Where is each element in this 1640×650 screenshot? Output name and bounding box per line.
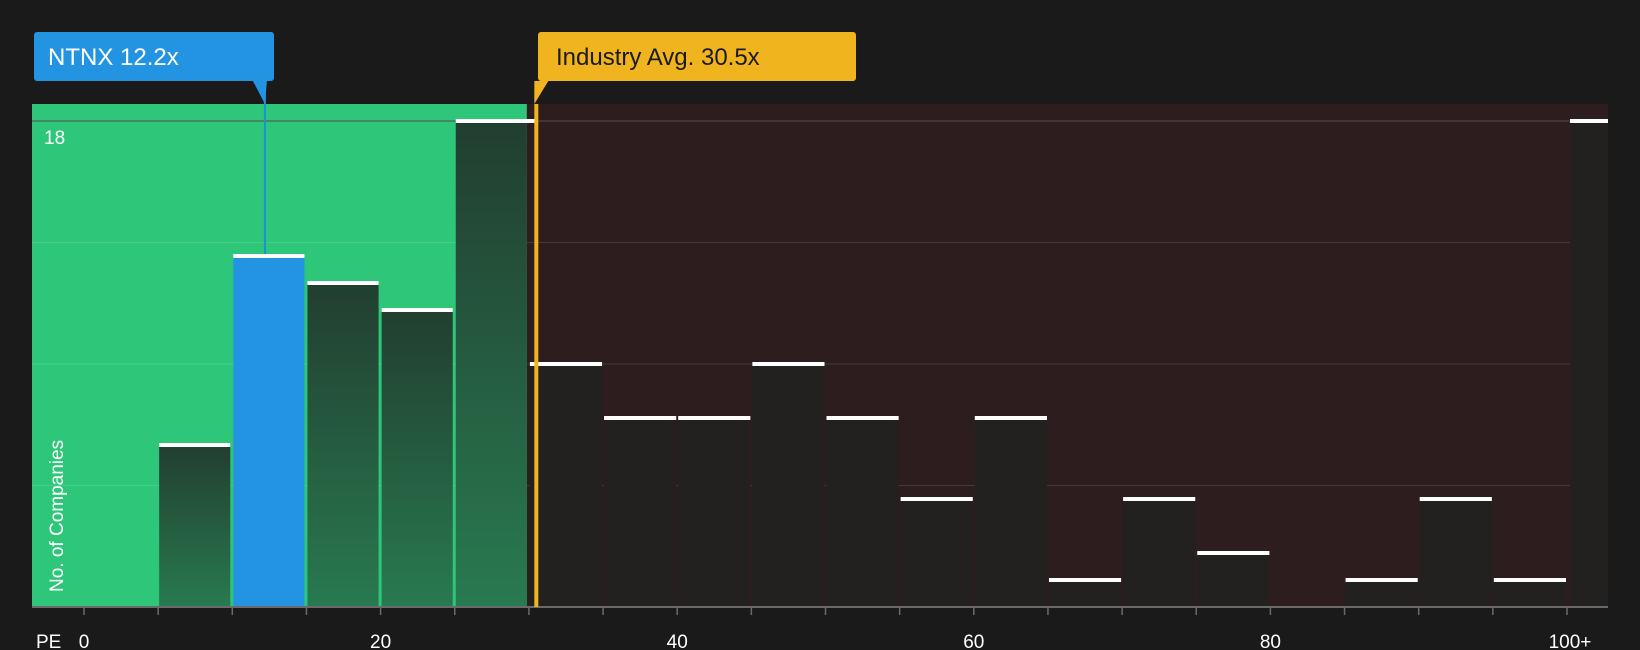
histogram-bar — [159, 445, 231, 607]
y-axis-label: No. of Companies — [47, 440, 68, 592]
histogram-bar — [233, 256, 305, 607]
industry-average-line — [534, 104, 539, 607]
histogram-bar — [307, 283, 379, 607]
histogram-bar — [974, 418, 1047, 607]
histogram-bar — [604, 418, 677, 607]
bar-cap — [752, 362, 825, 366]
y-tick-label: 18 — [44, 128, 65, 149]
bar-cap — [1123, 497, 1196, 501]
histogram-bar — [752, 364, 825, 607]
x-tick-label: 0 — [79, 632, 90, 650]
bar-cap — [307, 281, 379, 285]
bar-cap — [381, 308, 453, 312]
bar-cap — [900, 497, 973, 501]
x-tick-label: 60 — [963, 632, 984, 650]
x-axis-label: PE — [36, 632, 61, 650]
bar-cap — [233, 254, 305, 258]
bar-cap — [455, 119, 537, 123]
histogram-bar — [1345, 580, 1418, 607]
histogram-bar — [1493, 580, 1566, 607]
industry-average-label: Industry Avg. 30.5x — [556, 44, 760, 71]
bar-cap — [1345, 578, 1418, 582]
histogram-bar — [1048, 580, 1122, 607]
bar-cap — [604, 416, 677, 420]
bar-cap — [1419, 497, 1492, 501]
x-tick-label: 100+ — [1549, 632, 1592, 650]
histogram-bar — [900, 499, 973, 607]
histogram-bar — [826, 418, 899, 607]
bar-cap — [1048, 578, 1122, 582]
x-tick-label: 80 — [1260, 632, 1281, 650]
company-label: NTNX 12.2x — [48, 44, 179, 71]
bar-cap — [1493, 578, 1566, 582]
histogram-bar — [381, 310, 453, 607]
bar-cap — [678, 416, 751, 420]
bar-cap — [1570, 119, 1608, 123]
histogram-bar — [678, 418, 751, 607]
bar-cap — [974, 416, 1047, 420]
bar-cap — [159, 443, 231, 447]
histogram-bar — [455, 121, 527, 607]
bar-cap — [529, 362, 603, 366]
x-tick-label: 20 — [370, 632, 391, 650]
histogram-bar — [1419, 499, 1492, 607]
histogram-bar — [1570, 121, 1608, 607]
pe-histogram-chart: 0 20 40 60 80 100+ Industry Avg. 30.5x NTNX 1… — [0, 0, 1640, 650]
x-tick-label: 40 — [667, 632, 688, 650]
bar-cap — [1197, 551, 1270, 555]
bar-cap — [826, 416, 899, 420]
histogram-bar — [1123, 499, 1196, 607]
histogram-bar — [529, 364, 603, 607]
histogram-bar — [1197, 553, 1270, 607]
